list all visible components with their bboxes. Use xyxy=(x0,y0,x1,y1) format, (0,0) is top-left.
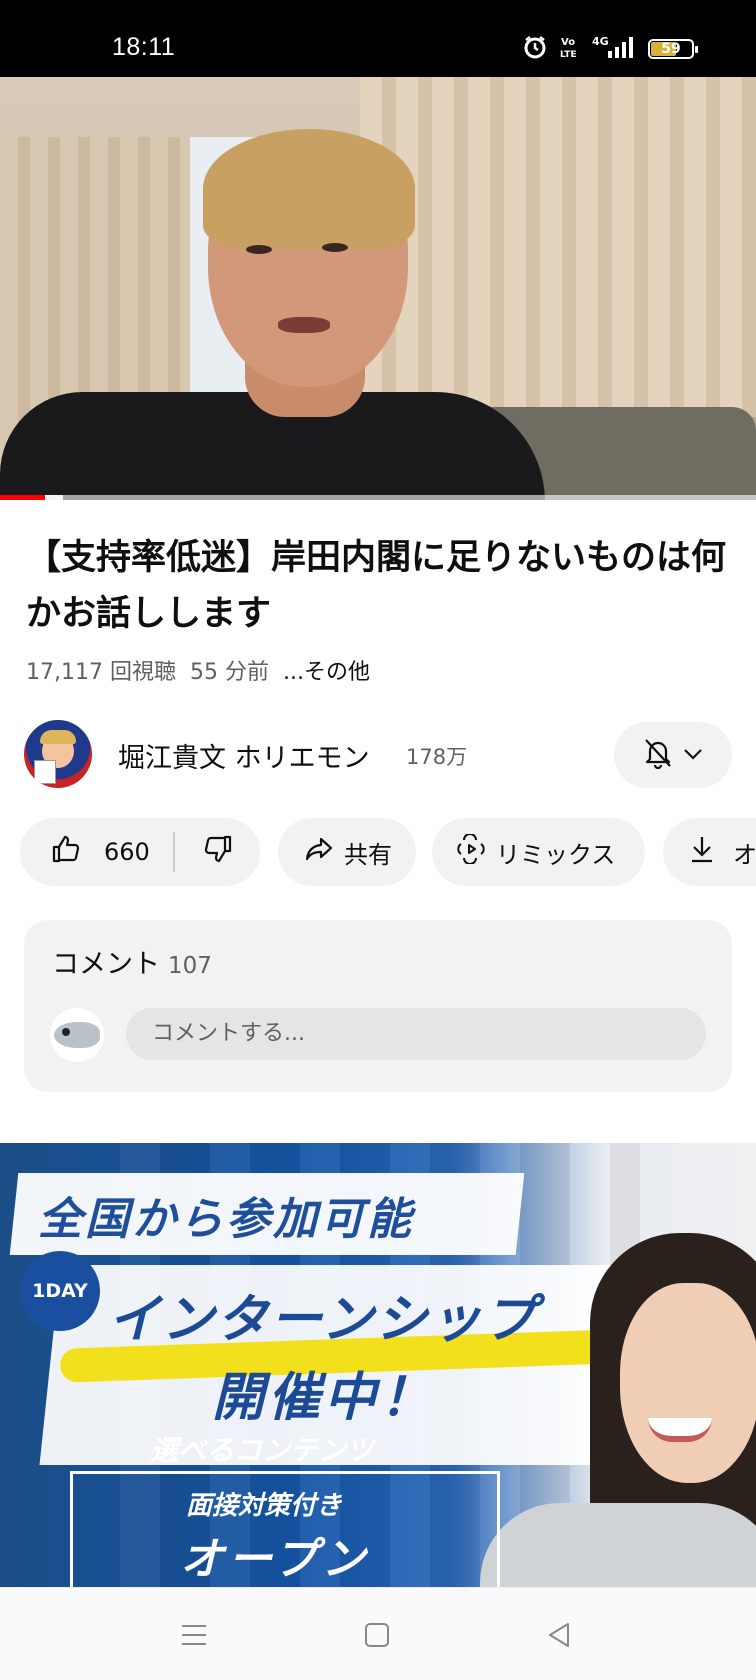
comment-input[interactable]: コメントする... xyxy=(126,1008,706,1060)
comments-title: コメント xyxy=(52,949,160,980)
status-time: 18:11 xyxy=(112,33,176,61)
home-square-icon[interactable] xyxy=(354,1612,400,1658)
user-avatar xyxy=(50,1008,104,1062)
video-frame-curtain-right xyxy=(360,77,756,417)
comments-heading: コメント 107 xyxy=(52,942,212,981)
bell-off-icon xyxy=(643,737,673,773)
video-player[interactable] xyxy=(0,77,756,500)
video-meta[interactable]: 17,117 回視聴 55 分前 ...その他 xyxy=(26,654,370,686)
ad-headline: 全国から参加可能 xyxy=(38,1194,414,1245)
ad-content-title: オープン xyxy=(180,1534,370,1585)
svg-text:Vo: Vo xyxy=(561,37,575,48)
channel-name[interactable]: 堀江貴文 ホリエモン xyxy=(118,736,370,775)
volte-icon: Vo LTE xyxy=(560,34,580,64)
remix-label: リミックス xyxy=(496,840,616,869)
thumbs-down-icon xyxy=(202,833,234,871)
subscriber-count: 178万 xyxy=(406,745,468,769)
video-progress-buffered xyxy=(45,495,64,500)
share-label: 共有 xyxy=(344,840,392,869)
battery-icon: 59 xyxy=(648,39,698,59)
like-dislike-pill: 660 xyxy=(20,818,260,886)
more-link[interactable]: ...その他 xyxy=(283,654,370,686)
video-progress-bar[interactable] xyxy=(0,495,756,500)
ad-sub-text: 開催中！ xyxy=(212,1368,437,1428)
comments-section[interactable]: コメント 107 コメントする... xyxy=(24,920,732,1092)
like-button[interactable]: 660 xyxy=(20,818,173,886)
ad-content-label: 面接対策付き xyxy=(186,1491,343,1521)
4g-signal-icon: 4G xyxy=(592,34,636,64)
video-progress-played xyxy=(0,495,46,500)
upload-time: 55 分前 xyxy=(189,660,269,685)
system-nav-bar xyxy=(0,1587,756,1680)
ad-banner[interactable]: 全国から参加可能 1DAY インターンシップ 開催中！ 選べるコンテンツ 面接対… xyxy=(0,1143,756,1587)
like-count: 660 xyxy=(104,838,150,866)
channel-row[interactable]: 堀江貴文 ホリエモン 178万 xyxy=(24,720,732,790)
action-row: 660 共有 リミックス オ xyxy=(20,818,756,888)
thumbs-up-icon xyxy=(50,833,82,871)
comments-count: 107 xyxy=(168,953,212,979)
view-count: 17,117 回視聴 xyxy=(26,660,176,685)
svg-text:LTE: LTE xyxy=(560,50,577,60)
video-title[interactable]: 【支持率低迷】岸田内閣に足りないものは何かお話しします xyxy=(26,530,726,642)
svg-text:4G: 4G xyxy=(592,35,609,48)
ad-badge: 1DAY xyxy=(20,1251,100,1331)
notification-button[interactable] xyxy=(614,722,732,788)
battery-level: 59 xyxy=(661,41,681,57)
remix-icon xyxy=(456,833,486,870)
chevron-down-icon xyxy=(683,746,703,765)
download-label: オ xyxy=(733,840,756,869)
ad-contents-label: 選べるコンテンツ xyxy=(150,1434,375,1467)
download-button[interactable]: オ xyxy=(663,818,756,886)
back-triangle-icon[interactable] xyxy=(536,1612,582,1658)
dislike-button[interactable] xyxy=(175,818,260,886)
channel-avatar[interactable] xyxy=(24,720,92,788)
remix-button[interactable]: リミックス xyxy=(432,818,645,886)
alarm-icon xyxy=(522,34,548,64)
status-bar: 18:11 Vo LTE 4G 59 xyxy=(0,0,756,77)
ad-main-text: インターンシップ xyxy=(108,1290,538,1350)
status-icons: Vo LTE 4G 59 xyxy=(522,34,698,64)
share-icon xyxy=(304,835,334,869)
download-icon xyxy=(689,834,715,870)
share-button[interactable]: 共有 xyxy=(278,818,416,886)
menu-icon[interactable] xyxy=(171,1612,217,1658)
